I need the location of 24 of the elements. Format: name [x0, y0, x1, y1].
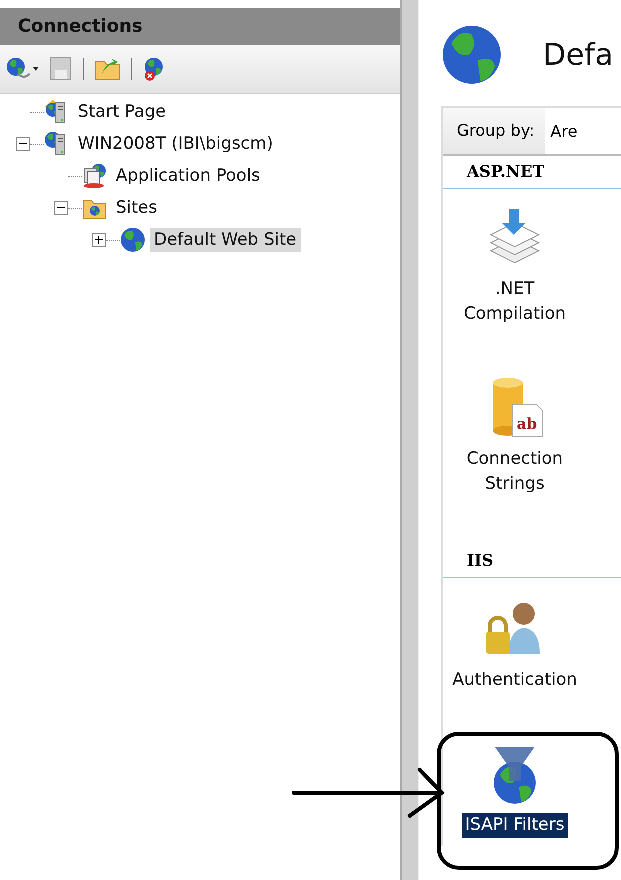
tree-item[interactable]: Default Web Site: [150, 228, 301, 252]
collapse-toggle-icon[interactable]: [16, 137, 30, 151]
feature-item[interactable]: Connection Strings: [443, 447, 587, 497]
expand-toggle-icon[interactable]: [92, 233, 106, 247]
feature-item[interactable]: ISAPI Filters: [462, 813, 568, 838]
group-by-dropdown[interactable]: Are: [544, 122, 578, 140]
panel-title: Connections: [18, 16, 143, 37]
feature-item[interactable]: Authentication: [450, 668, 580, 693]
toolbar-separator: [82, 56, 86, 82]
tree-item[interactable]: Application Pools: [112, 164, 264, 188]
feature-item[interactable]: .NET Compilation: [443, 277, 587, 327]
group-by-label: Group by:: [443, 108, 545, 154]
folder-arrow-icon[interactable]: [94, 56, 122, 82]
globe-icon: [120, 227, 146, 253]
tree-item[interactable]: WIN2008T (IBI\bigscm): [74, 132, 278, 156]
tree-item[interactable]: Start Page: [74, 100, 170, 124]
page-title: Defa: [543, 38, 614, 72]
group-header: IIS: [466, 550, 495, 572]
group-header: ASP.NET: [466, 161, 546, 183]
stacked-pages-icon: [82, 163, 108, 189]
tree-item[interactable]: Sites: [112, 196, 162, 220]
toolbar-separator: [130, 56, 134, 82]
globe-icon: [441, 24, 503, 86]
collapse-toggle-icon[interactable]: [54, 201, 68, 215]
